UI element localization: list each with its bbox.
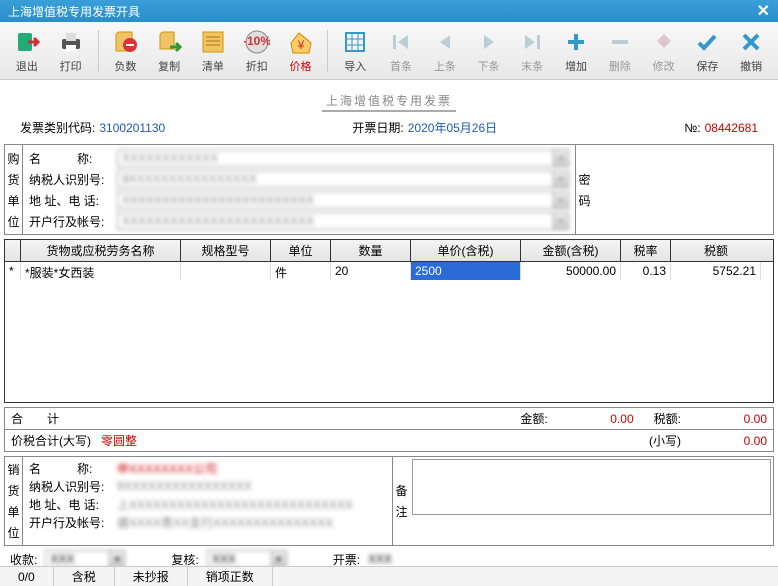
cell-name[interactable]: *服装*女西装: [21, 262, 181, 280]
col-qty: 数量: [331, 240, 411, 261]
col-star: [5, 240, 21, 261]
col-amount: 金额(含税): [521, 240, 621, 261]
add-button[interactable]: 增加: [555, 25, 597, 77]
col-rate: 税率: [621, 240, 671, 261]
svg-text:-10%: -10%: [244, 34, 270, 48]
cell-unit[interactable]: 件: [271, 262, 331, 280]
no-label: №:: [684, 121, 700, 135]
col-unit: 单位: [271, 240, 331, 261]
status-pos: 0/0: [0, 567, 54, 586]
cell-spec[interactable]: [181, 262, 271, 280]
issuer-label: 开票:: [333, 551, 360, 568]
code-value: 3100201130: [99, 121, 165, 135]
price-button[interactable]: ¥价格: [280, 25, 322, 77]
remark-side-label: 备注: [392, 457, 410, 545]
cell-tax[interactable]: 5752.21: [671, 262, 761, 280]
import-button[interactable]: 导入: [334, 25, 376, 77]
cell-amount[interactable]: 50000.00: [521, 262, 621, 280]
buyer-bank-input[interactable]: XXXXXXXXXXXXXXXXXXXXXXXX▼: [117, 212, 569, 230]
reviewer-label: 复核:: [171, 551, 198, 568]
date-label: 开票日期:: [352, 119, 403, 136]
cell-qty[interactable]: 20: [331, 262, 411, 280]
table-row[interactable]: * *服装*女西装 件 20 2500 50000.00 0.13 5752.2…: [5, 262, 773, 280]
seller-taxid: 9XXXXXXXXXXXXXXXX: [117, 479, 386, 493]
remark-input[interactable]: [412, 459, 771, 515]
invoice-title: 上海增值税专用发票: [0, 80, 778, 115]
list-button[interactable]: 清单: [192, 25, 234, 77]
delete-button[interactable]: 删除: [599, 25, 641, 77]
seller-side-label: 销货单位: [5, 457, 23, 545]
first-button[interactable]: 首条: [380, 25, 422, 77]
total-amount: 0.00: [554, 412, 634, 426]
dropdown-icon[interactable]: ▼: [553, 192, 568, 208]
col-name: 货物或应税劳务名称: [21, 240, 181, 261]
status-taxmode: 含税: [54, 567, 115, 586]
dropdown-icon[interactable]: ▼: [553, 150, 568, 166]
toolbar: 退出 打印 负数 复制 清单 -10%折扣 ¥价格 导入 首条 上条 下条 末条…: [0, 22, 778, 80]
print-button[interactable]: 打印: [50, 25, 92, 77]
col-spec: 规格型号: [181, 240, 271, 261]
discount-button[interactable]: -10%折扣: [236, 25, 278, 77]
seller-box: 销货单位 名 称:申XXXXXXXX公司 纳税人识别号:9XXXXXXXXXXX…: [4, 456, 774, 546]
buyer-side-label: 购货单位: [5, 145, 23, 234]
items-grid: 货物或应税劳务名称 规格型号 单位 数量 单价(含税) 金额(含税) 税率 税额…: [4, 239, 774, 403]
total-upper: 零圆整: [101, 432, 137, 449]
dropdown-icon[interactable]: ▼: [553, 171, 568, 187]
payee-label: 收款:: [10, 551, 37, 568]
no-value: 08442681: [705, 121, 758, 135]
buyer-name-input[interactable]: XXXXXXXXXXXX▼: [117, 149, 569, 167]
seller-bank: 建XXXX青XX支行XXXXXXXXXXXXXXX: [117, 514, 386, 531]
status-bar: 0/0 含税 未抄报 销项正数: [0, 566, 778, 586]
copy-button[interactable]: 复制: [148, 25, 190, 77]
issuer-value: XXX: [368, 552, 392, 566]
next-button[interactable]: 下条: [468, 25, 510, 77]
col-tax: 税额: [671, 240, 761, 261]
total-lower: 0.00: [687, 434, 767, 448]
cancel-button[interactable]: 撤销: [730, 25, 772, 77]
cell-price[interactable]: 2500: [411, 262, 521, 280]
last-button[interactable]: 末条: [511, 25, 553, 77]
seller-addr: 上XXXXXXXXXXXXXXXXXXXXXXXXXXXX: [117, 496, 386, 513]
exit-button[interactable]: 退出: [6, 25, 48, 77]
buyer-addr-input[interactable]: XXXXXXXXXXXXXXXXXXXXXXXX▼: [117, 191, 569, 209]
date-value: 2020年05月26日: [408, 119, 497, 136]
status-copy: 未抄报: [115, 567, 188, 586]
totals-box: 合 计 金额:0.00 税额:0.00 价税合计(大写) 零圆整 (小写)0.0…: [4, 407, 774, 452]
dropdown-icon[interactable]: ▼: [553, 213, 568, 229]
buyer-box: 购货单位 名 称:XXXXXXXXXXXX▼ 纳税人识别号:9XXXXXXXXX…: [4, 144, 774, 235]
cell-rate[interactable]: 0.13: [621, 262, 671, 280]
negative-button[interactable]: 负数: [105, 25, 147, 77]
modify-button[interactable]: 修改: [643, 25, 685, 77]
code-label: 发票类别代码:: [20, 119, 95, 136]
total-tax: 0.00: [687, 412, 767, 426]
save-button[interactable]: 保存: [686, 25, 728, 77]
col-price: 单价(含税): [411, 240, 521, 261]
close-icon[interactable]: ✕: [757, 1, 770, 21]
seller-name: 申XXXXXXXX公司: [117, 460, 386, 477]
window-title: 上海增值税专用发票开具: [8, 3, 140, 20]
password-side-label: 密码: [575, 145, 593, 234]
prev-button[interactable]: 上条: [424, 25, 466, 77]
svg-text:¥: ¥: [297, 38, 305, 52]
buyer-taxid-input[interactable]: 9XXXXXXXXXXXXXXXX▼: [117, 170, 569, 188]
status-dir: 销项正数: [188, 567, 273, 586]
